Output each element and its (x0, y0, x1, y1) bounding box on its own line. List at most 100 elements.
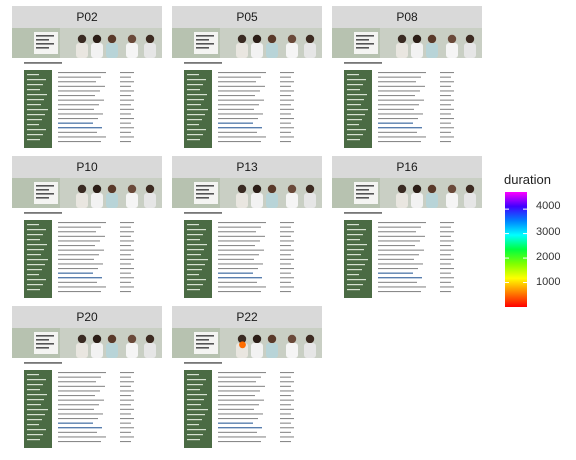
sidebar-line (347, 269, 362, 271)
body-text-line (218, 249, 264, 251)
body-text-line (378, 281, 417, 283)
side-text-line (440, 222, 454, 224)
side-text-line (440, 113, 451, 115)
body-text-line (378, 76, 421, 78)
side-text-line (440, 277, 454, 279)
sidebar-line (347, 244, 367, 246)
body-text-line (378, 108, 414, 110)
side-text-line (280, 390, 294, 392)
body-text-line (58, 113, 103, 115)
banner-text-line (196, 189, 209, 191)
side-text-line (120, 277, 134, 279)
sidebar-line (187, 249, 204, 251)
body-text-line (378, 131, 417, 133)
page-thumbnail (12, 178, 162, 298)
colorbar (505, 192, 527, 307)
body-text-line (218, 441, 261, 443)
sidebar-line (187, 384, 203, 386)
body-text-line (378, 277, 422, 279)
sidebar-line (27, 259, 48, 261)
body-text-line (58, 263, 103, 265)
side-text-line (280, 281, 291, 283)
body-text-line (58, 231, 96, 233)
side-text-line (280, 226, 291, 228)
person-head (412, 34, 422, 44)
page-thumbnail (12, 328, 162, 448)
person-body (251, 343, 263, 358)
body-text-line (58, 277, 102, 279)
body-text-line (218, 395, 255, 397)
side-text-line (280, 131, 291, 133)
side-text-line (440, 291, 451, 293)
side-text-line (120, 76, 131, 78)
body-text-line (218, 235, 265, 237)
page-thumbnail (332, 28, 482, 148)
body-text-line (218, 263, 263, 265)
side-text-line (120, 376, 131, 378)
body-text-line (378, 263, 423, 265)
sidebar-line (187, 74, 199, 76)
body-text-line (58, 436, 106, 438)
body-text-line (378, 245, 415, 247)
page-title-line (344, 62, 382, 64)
banner-text-line (36, 343, 54, 345)
side-text-line (280, 235, 291, 237)
body-text-line (58, 385, 105, 387)
body-text-line (378, 254, 419, 256)
side-text-line (120, 422, 131, 424)
side-text-line (120, 281, 131, 283)
person-head (427, 184, 437, 194)
body-text-line (218, 431, 257, 433)
facet-strip-label: P02 (12, 6, 162, 28)
side-text-line (120, 385, 131, 387)
body-text-line (218, 245, 255, 247)
sidebar-line (187, 244, 207, 246)
page-thumbnail (332, 178, 482, 298)
person-head (127, 334, 137, 344)
side-text-line (280, 113, 291, 115)
body-text-line (378, 291, 421, 293)
facet-strip-label: P05 (172, 6, 322, 28)
legend-tick-1000: 1000 (536, 276, 561, 288)
side-text-line (120, 272, 131, 274)
body-text-line (218, 231, 256, 233)
banner-text-line (196, 339, 209, 341)
side-text-line (120, 413, 131, 415)
body-text-line (218, 122, 253, 124)
side-text-line (440, 76, 451, 78)
side-text-line (120, 99, 134, 101)
banner-text-line (356, 47, 369, 49)
sidebar-line (347, 89, 360, 91)
body-text-line (58, 258, 94, 260)
side-text-line (440, 254, 451, 256)
body-text-line (378, 81, 416, 83)
body-text-line (58, 85, 105, 87)
person-body (106, 193, 118, 208)
side-text-line (280, 381, 294, 383)
sidebar-line (27, 384, 43, 386)
side-text-line (120, 418, 134, 420)
person-body (144, 193, 156, 208)
body-text-line (58, 141, 101, 143)
person-head (305, 334, 315, 344)
person-head (267, 334, 277, 344)
person-head (267, 184, 277, 194)
body-text-line (378, 99, 424, 101)
banner-text-line (36, 39, 49, 41)
body-text-line (58, 118, 98, 120)
side-text-line (120, 108, 134, 110)
sidebar-line (187, 229, 206, 231)
banner-text-line (196, 47, 209, 49)
sidebar-line (187, 119, 202, 121)
side-text-line (120, 254, 131, 256)
banner-text-line (196, 193, 214, 195)
body-text-line (218, 413, 263, 415)
side-text-line (280, 395, 291, 397)
sidebar-line (187, 399, 204, 401)
banner-text-line (356, 193, 374, 195)
sidebar-line (187, 134, 203, 136)
body-text-line (378, 222, 426, 224)
person-body (446, 193, 458, 208)
side-text-line (440, 108, 454, 110)
page-title-line (344, 212, 382, 214)
